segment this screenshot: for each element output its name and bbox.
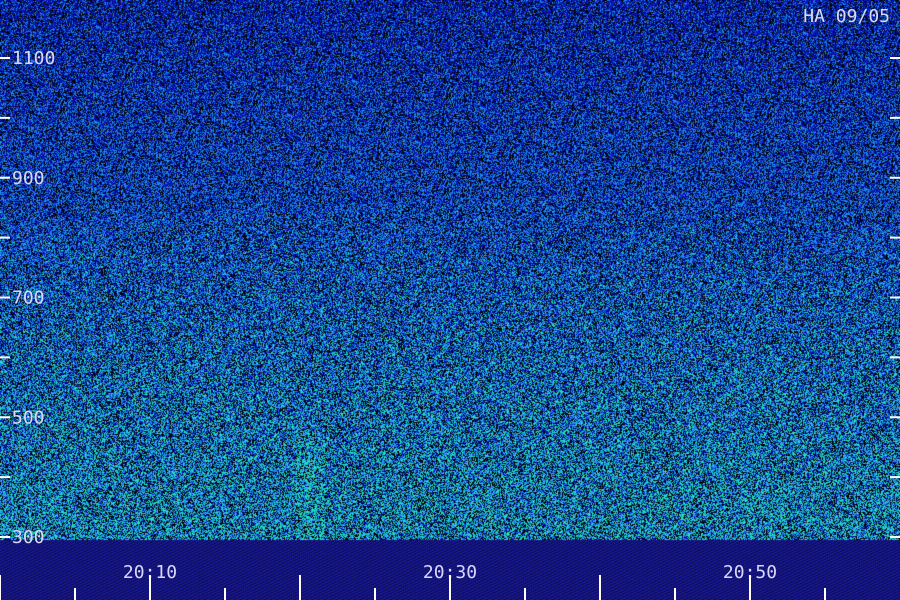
y-axis-labels: 1100 900 700 500 300 — [12, 48, 55, 548]
chart-axes: HA 09/05 1100 900 700 500 300 20:10 20:3… — [0, 6, 900, 600]
axis-ticks — [0, 57, 900, 600]
y-tick-label: 500 — [12, 407, 45, 428]
y-tick-label: 300 — [12, 527, 45, 548]
y-tick-label: 700 — [12, 288, 45, 309]
y-tick-label: 900 — [12, 168, 45, 189]
spectrogram-chart: HA 09/05 1100 900 700 500 300 20:10 20:3… — [0, 0, 900, 600]
y-tick-label: 1100 — [12, 48, 55, 69]
chart-title: HA 09/05 — [803, 6, 890, 27]
